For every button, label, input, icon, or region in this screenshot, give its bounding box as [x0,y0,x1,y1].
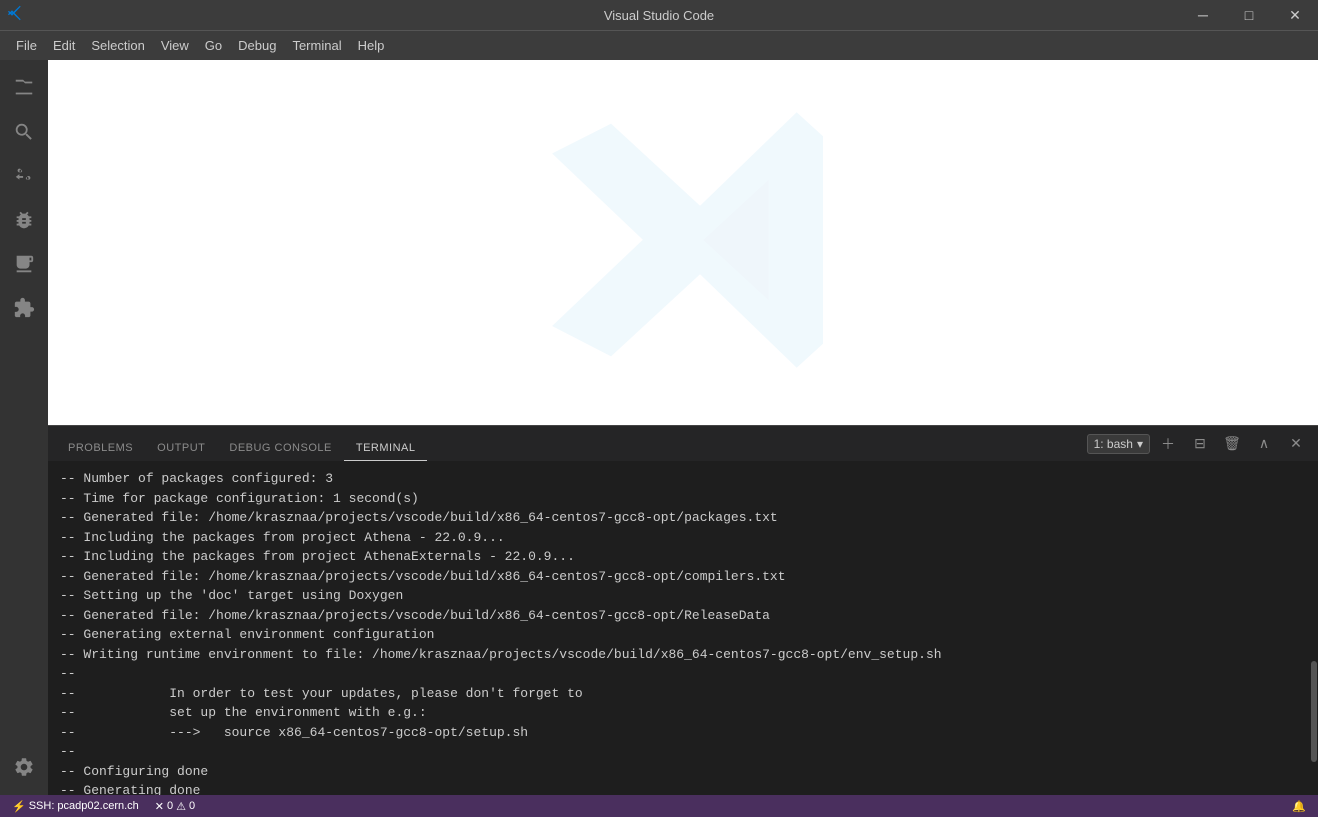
panel-tabs: PROBLEMS OUTPUT DEBUG CONSOLE TERMINAL 1… [48,426,1318,461]
error-icon: ✕ [155,800,164,813]
menu-bar: FileEditSelectionViewGoDebugTerminalHelp [0,30,1318,60]
notification-bell[interactable]: 🔔 [1288,795,1310,817]
split-terminal-button[interactable]: ⊟ [1186,432,1214,456]
status-bar: ⚡ SSH: pcadp02.cern.ch ✕ 0 ⚠ 0 🔔 [0,795,1318,817]
panel-content[interactable]: -- Number of packages configured: 3 -- T… [48,461,1318,795]
menu-item-selection[interactable]: Selection [83,34,152,57]
panel-controls: 1: bash ▾ ＋ ⊟ 🗑 ∧ ✕ [1087,432,1310,456]
tab-debug-console[interactable]: DEBUG CONSOLE [217,436,343,461]
menu-item-file[interactable]: File [8,34,45,57]
warning-icon: ⚠ [176,800,186,813]
error-status[interactable]: ✕ 0 ⚠ 0 [151,795,199,817]
panel-close-button[interactable]: ✕ [1282,432,1310,456]
activity-bar [0,60,48,795]
maximize-button[interactable]: □ [1226,0,1272,30]
ssh-status[interactable]: ⚡ SSH: pcadp02.cern.ch [8,795,143,817]
menu-item-debug[interactable]: Debug [230,34,284,57]
panel-scrollbar[interactable] [1310,461,1318,795]
tab-problems[interactable]: PROBLEMS [56,436,145,461]
tab-output[interactable]: OUTPUT [145,436,217,461]
chevron-down-icon: ▾ [1137,437,1143,451]
terminal-selector[interactable]: 1: bash ▾ [1087,434,1150,454]
ssh-icon: ⚡ [12,800,26,813]
title-bar: Visual Studio Code ─ □ ✕ [0,0,1318,30]
window-title: Visual Studio Code [604,8,714,23]
menu-item-view[interactable]: View [153,34,197,57]
kill-terminal-button[interactable]: 🗑 [1218,432,1246,456]
add-terminal-button[interactable]: ＋ [1154,432,1182,456]
menu-item-edit[interactable]: Edit [45,34,83,57]
sidebar-item-explorer[interactable] [4,68,44,108]
bell-icon: 🔔 [1292,800,1306,813]
window-controls: ─ □ ✕ [1180,0,1318,30]
warning-count: 0 [189,800,195,812]
status-left: ⚡ SSH: pcadp02.cern.ch ✕ 0 ⚠ 0 [8,795,199,817]
sidebar-item-debug[interactable] [4,200,44,240]
vscode-watermark [543,100,823,385]
ssh-label: SSH: pcadp02.cern.ch [29,800,139,812]
menu-item-go[interactable]: Go [197,34,230,57]
editor-area: PROBLEMS OUTPUT DEBUG CONSOLE TERMINAL 1… [48,60,1318,795]
status-right: 🔔 [1288,795,1310,817]
close-button[interactable]: ✕ [1272,0,1318,30]
panel: PROBLEMS OUTPUT DEBUG CONSOLE TERMINAL 1… [48,425,1318,795]
panel-maximize-button[interactable]: ∧ [1250,432,1278,456]
minimize-button[interactable]: ─ [1180,0,1226,30]
editor-content [48,60,1318,425]
menu-item-terminal[interactable]: Terminal [284,34,349,57]
error-count: 0 [167,800,173,812]
sidebar-item-source-control[interactable] [4,156,44,196]
vscode-logo-icon [8,5,24,26]
panel-scrollbar-thumb[interactable] [1311,661,1317,761]
sidebar-item-search[interactable] [4,112,44,152]
main-layout: PROBLEMS OUTPUT DEBUG CONSOLE TERMINAL 1… [0,60,1318,795]
terminal-name: 1: bash [1094,437,1133,451]
sidebar-item-remote[interactable] [4,244,44,284]
tab-terminal[interactable]: TERMINAL [344,436,428,461]
sidebar-item-extensions[interactable] [4,288,44,328]
terminal-output: -- Number of packages configured: 3 -- T… [48,465,1318,795]
menu-item-help[interactable]: Help [350,34,393,57]
settings-icon[interactable] [4,747,44,787]
